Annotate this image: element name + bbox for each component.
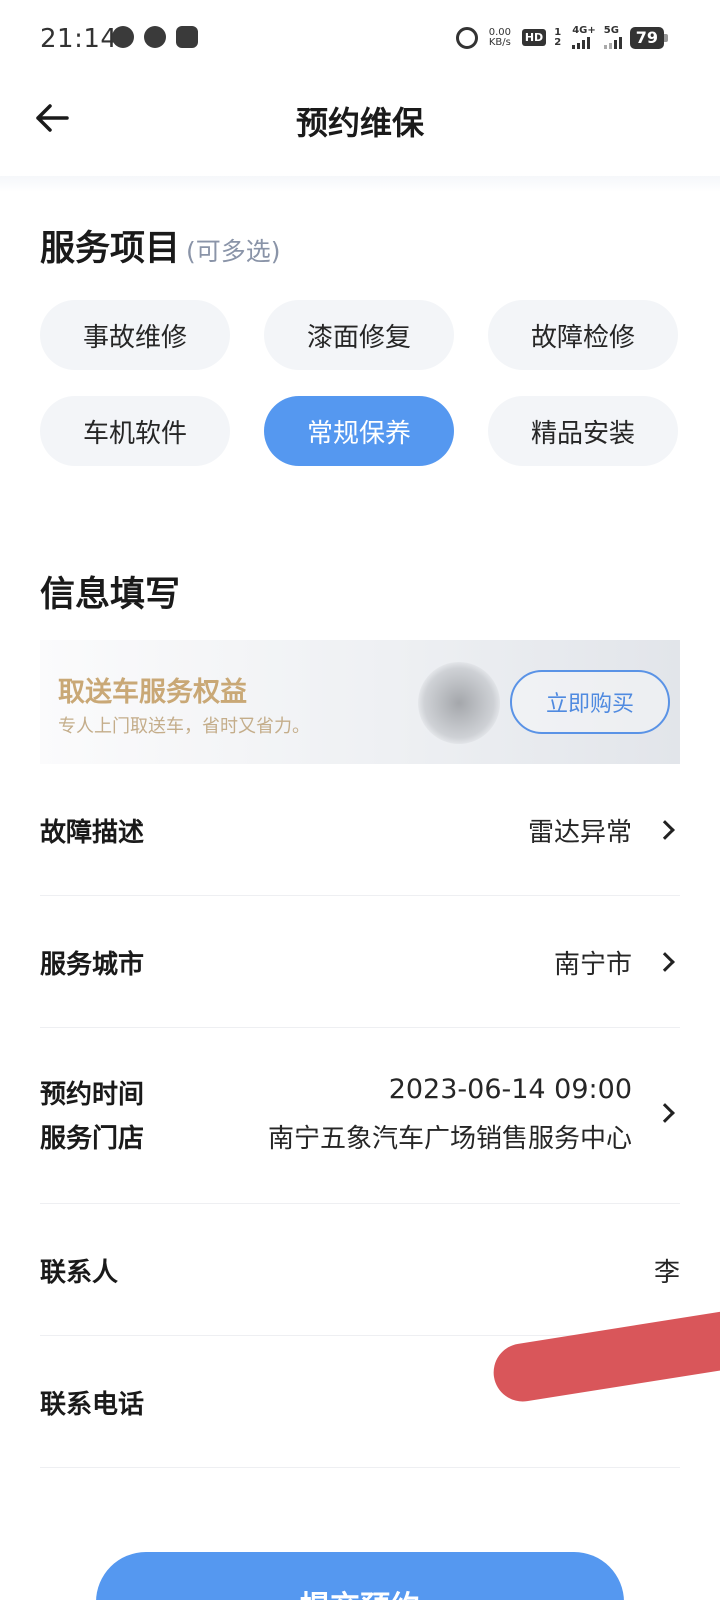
wechat-icon — [112, 26, 134, 48]
info-section-title: 信息填写 — [40, 575, 181, 615]
message-icon — [144, 26, 166, 48]
service-chip-accident-repair[interactable]: 事故维修 — [40, 300, 230, 370]
appointment-time-label: 预约时间 — [40, 1080, 145, 1110]
signal-5g: 5G — [603, 25, 622, 49]
appointment-time-store-row[interactable]: 预约时间 服务门店 2023-06-14 09:00 南宁五象汽车广场销售服务中… — [40, 1028, 680, 1204]
fault-description-row[interactable]: 故障描述 雷达异常 — [40, 766, 680, 896]
chevron-right-icon — [655, 952, 675, 972]
hd-badge: HD — [521, 29, 547, 46]
battery-tip — [664, 33, 668, 42]
nav-bar: 预约维保 — [0, 80, 720, 176]
service-section-title: 服务项目 (可多选) — [40, 220, 281, 271]
signal-5g-icon — [603, 37, 622, 49]
service-city-row[interactable]: 服务城市 南宁市 — [40, 896, 680, 1028]
signal-4g: 4G+ — [572, 26, 596, 49]
alarm-icon — [455, 26, 478, 49]
gallery-icon — [176, 26, 198, 48]
network-5g-label: 5G — [603, 25, 619, 36]
status-time: 21:14 — [40, 24, 118, 54]
city-label: 服务城市 — [40, 950, 145, 980]
service-chip-fault-repair[interactable]: 故障检修 — [488, 300, 678, 370]
banner-decoration-image — [418, 662, 500, 744]
net-speed: 0.00 KB/s — [486, 26, 514, 48]
banner-subtitle: 专人上门取送车，省时又省力。 — [58, 716, 310, 737]
service-chip-paint-repair[interactable]: 漆面修复 — [264, 300, 454, 370]
battery-icon: 79 — [629, 26, 668, 49]
service-store-value: 南宁五象汽车广场销售服务中心 — [267, 1124, 632, 1154]
service-chip-infotainment-software[interactable]: 车机软件 — [40, 396, 230, 466]
signal-4g-icon — [572, 37, 591, 49]
service-chip-routine-maintenance[interactable]: 常规保养 — [264, 396, 454, 466]
service-title-text: 服务项目 — [40, 229, 181, 269]
service-chip-accessory-install[interactable]: 精品安装 — [488, 396, 678, 466]
buy-now-button[interactable]: 立即购买 — [510, 670, 670, 734]
contact-label: 联系人 — [40, 1258, 119, 1288]
chevron-right-icon — [655, 1103, 675, 1123]
banner-title: 取送车服务权益 — [58, 677, 247, 708]
service-options: 事故维修 漆面修复 故障检修 车机软件 常规保养 精品安装 — [40, 300, 680, 466]
fault-value: 雷达异常 — [527, 818, 632, 848]
service-multi-select-hint: (可多选) — [186, 237, 281, 266]
appointment-time-value: 2023-06-14 09:00 — [388, 1074, 632, 1105]
net-speed-unit: KB/s — [488, 36, 511, 48]
submit-appointment-button[interactable]: 提交预约 — [96, 1552, 624, 1600]
status-right: 0.00 KB/s HD 1 2 4G+ 5G 79 — [455, 25, 668, 49]
service-store-label: 服务门店 — [40, 1124, 145, 1154]
battery-level: 79 — [629, 26, 664, 49]
status-bar: 21:14 0.00 KB/s HD 1 2 4G+ 5G 79 — [0, 0, 720, 80]
city-value: 南宁市 — [553, 950, 632, 980]
page-title: 预约维保 — [295, 104, 424, 142]
notification-icons — [112, 26, 198, 48]
pickup-service-banner[interactable]: 取送车服务权益 专人上门取送车，省时又省力。 立即购买 — [40, 640, 680, 764]
fault-label: 故障描述 — [40, 818, 145, 848]
nav-divider — [0, 176, 720, 192]
sim-index: 1 2 — [554, 26, 562, 48]
phone-label: 联系电话 — [40, 1390, 145, 1420]
contact-person-row[interactable]: 联系人 李 — [40, 1204, 680, 1336]
net-speed-value: 0.00 — [488, 26, 511, 38]
network-4g-label: 4G+ — [572, 25, 596, 36]
contact-value[interactable]: 李 — [654, 1252, 680, 1289]
chevron-right-icon — [655, 820, 675, 840]
